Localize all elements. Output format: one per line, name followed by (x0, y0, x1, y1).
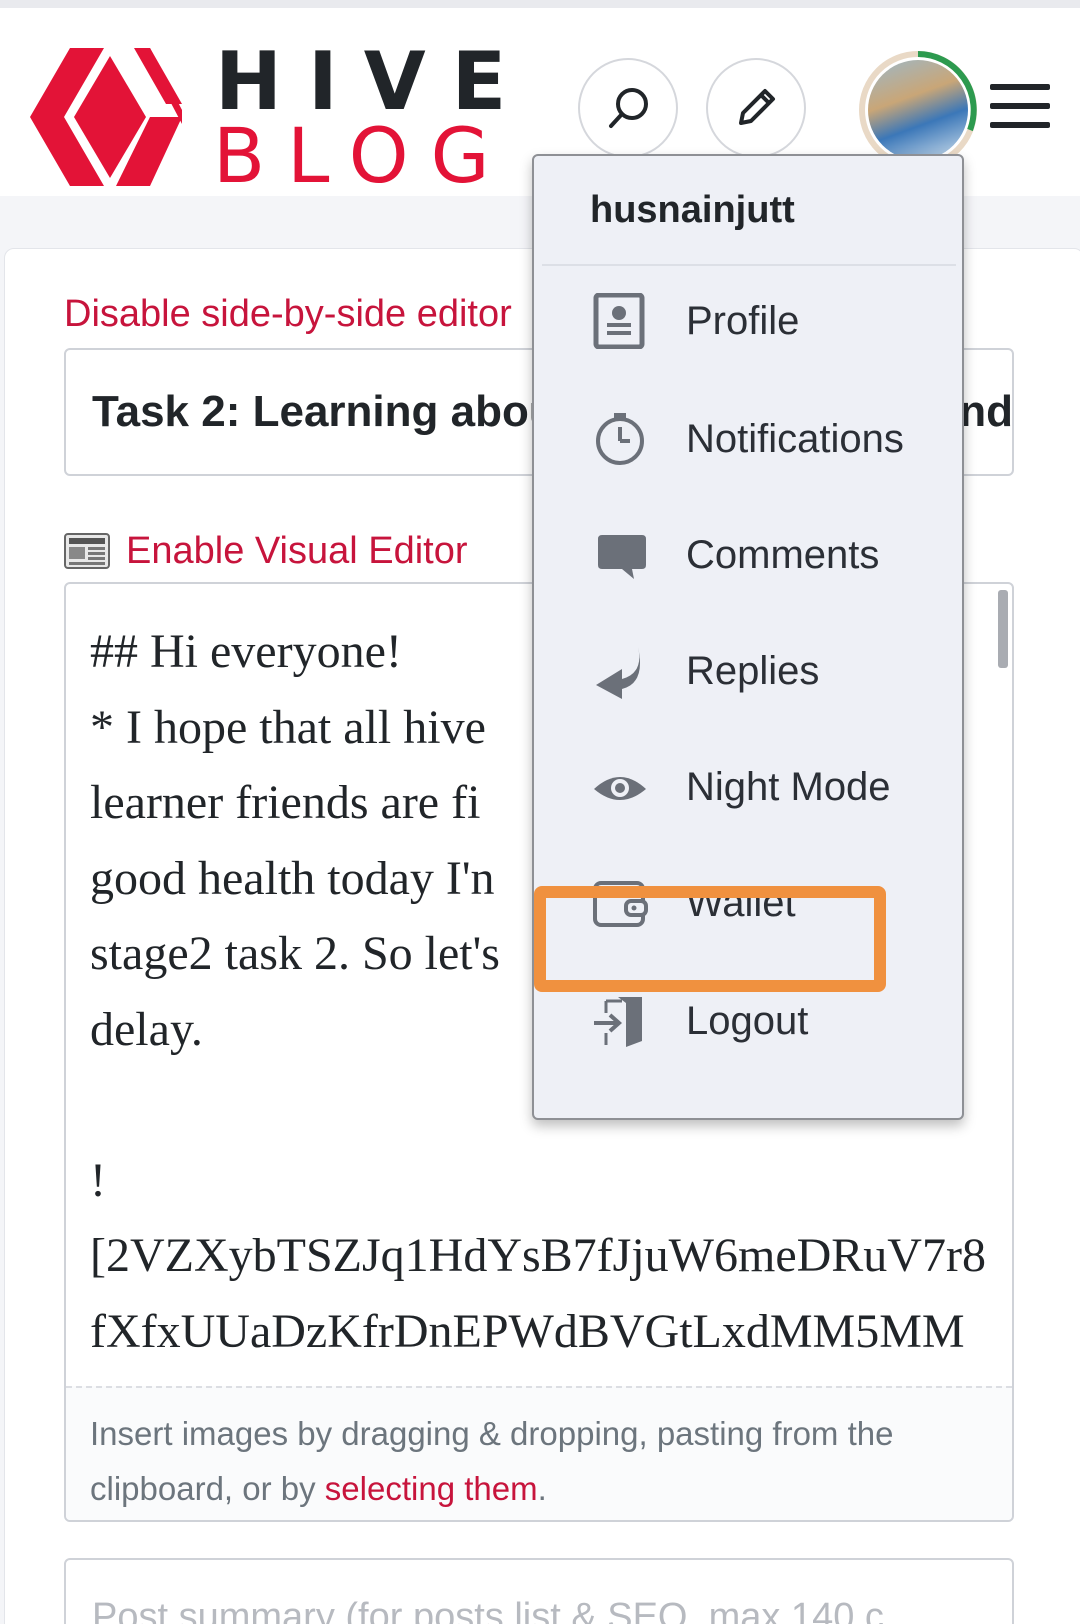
user-avatar-button[interactable] (858, 50, 978, 170)
menu-divider (542, 264, 956, 266)
disable-side-by-side-link[interactable]: Disable side-by-side editor (64, 290, 512, 338)
select-images-link[interactable]: selecting them (325, 1470, 538, 1507)
write-post-button[interactable] (706, 58, 806, 158)
enable-visual-editor-row[interactable]: Enable Visual Editor (64, 526, 468, 576)
search-button[interactable] (578, 58, 678, 158)
logo-text-blog[interactable]: BLOG (213, 118, 511, 194)
avatar (868, 60, 968, 160)
wallet-highlight-box (534, 886, 886, 992)
menu-username[interactable]: husnainjutt (590, 186, 795, 234)
menu-label: Night Mode (686, 765, 891, 809)
menu-label: Profile (686, 299, 800, 343)
enable-visual-editor-link[interactable]: Enable Visual Editor (126, 527, 468, 575)
pencil-icon (739, 89, 775, 125)
newspaper-icon (64, 533, 110, 569)
editor-scrollbar[interactable] (998, 590, 1008, 668)
search-icon (609, 88, 648, 128)
profile-icon (593, 293, 645, 349)
post-summary-input[interactable]: Post summary (for posts list & SEO, max … (64, 1558, 1014, 1624)
menu-label: Notifications (686, 417, 904, 461)
hive-logo-icon[interactable] (30, 48, 182, 186)
body-line: ! (90, 1153, 106, 1207)
hamburger-menu-icon[interactable] (990, 84, 1050, 132)
menu-item-comments[interactable]: Comments (534, 510, 962, 600)
body-line: fXfxUUaDzKfrDnEPWdBVGtLxdMM5MM (90, 1304, 965, 1358)
top-edge (0, 0, 1080, 8)
eye-icon (594, 777, 646, 800)
clock-icon (596, 413, 644, 465)
menu-item-replies[interactable]: Replies (534, 626, 962, 716)
upload-hint-period: . (537, 1470, 547, 1507)
logout-icon (594, 997, 642, 1047)
menu-label: Logout (686, 999, 809, 1043)
comment-icon (598, 535, 646, 579)
logo-text-hive[interactable]: HIVE (215, 42, 532, 122)
menu-label: Comments (686, 533, 880, 577)
menu-label: Replies (686, 649, 820, 693)
menu-item-notifications[interactable]: Notifications (534, 394, 962, 484)
body-line: [2VZXybTSZJq1HdYsB7fJjuW6meDRuV7r8 (90, 1229, 986, 1282)
menu-item-night-mode[interactable]: Night Mode (534, 742, 962, 832)
reply-icon (596, 647, 640, 699)
menu-item-profile[interactable]: Profile (534, 276, 962, 366)
image-upload-hint: Insert images by dragging & dropping, pa… (66, 1386, 1012, 1520)
